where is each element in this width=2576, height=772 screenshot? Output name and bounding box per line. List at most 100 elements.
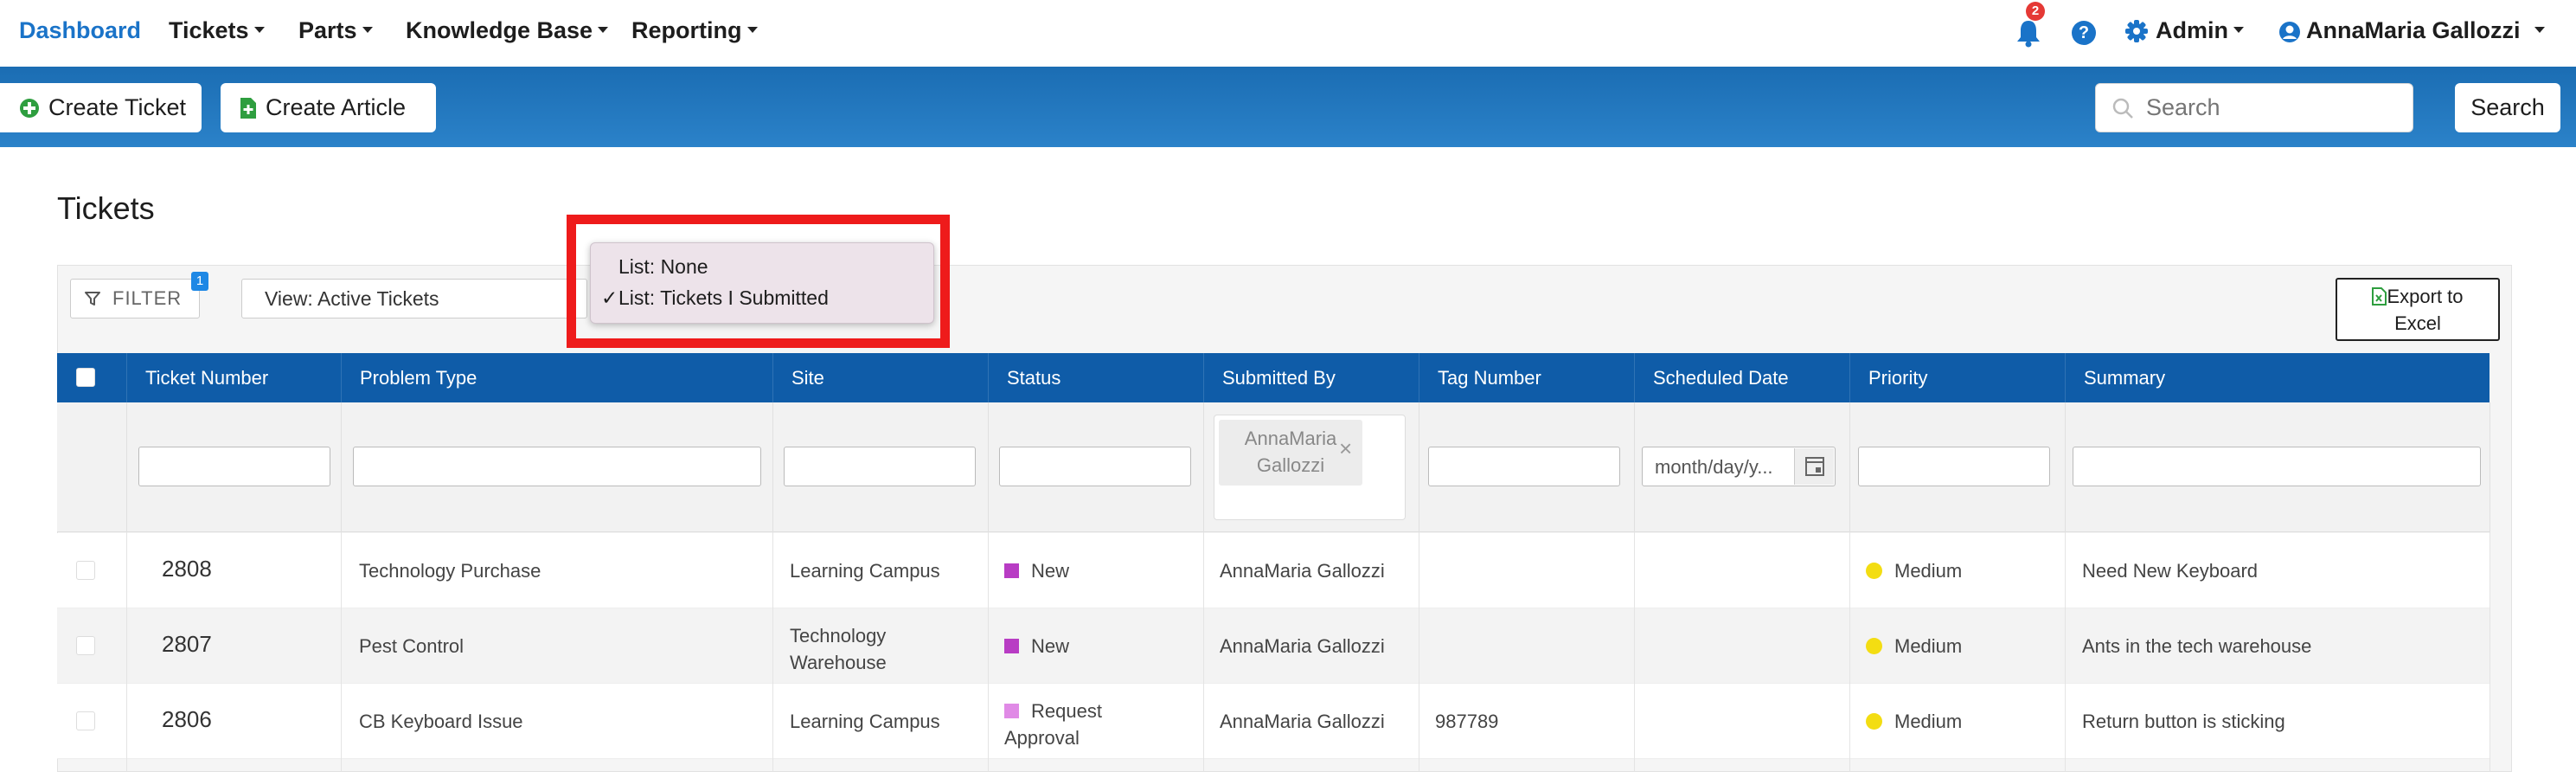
bell-icon[interactable] [2015, 18, 2041, 48]
notification-badge: 2 [2026, 2, 2045, 21]
admin-menu[interactable]: Admin [2156, 17, 2244, 44]
ticket-number-filter-input[interactable] [138, 447, 330, 486]
status-line1: New [1031, 560, 1070, 582]
chip-label-line2: Gallozzi [1256, 454, 1325, 476]
chevron-down-icon [253, 27, 265, 34]
select-all-checkbox[interactable] [76, 368, 95, 387]
chip-remove-icon[interactable]: × [1339, 435, 1352, 462]
search-box[interactable] [2095, 83, 2413, 132]
calendar-button[interactable] [1794, 448, 1834, 485]
search-icon [2112, 98, 2133, 119]
col-header-submitted-by[interactable]: Submitted By [1203, 353, 1419, 402]
status-line1: Request [1031, 700, 1102, 722]
plus-circle-icon [20, 98, 39, 118]
column-divider [1849, 532, 1850, 772]
priority-dot-icon [1866, 712, 1882, 730]
status-cell: New [1004, 633, 1069, 659]
ticket-number-link[interactable]: 2807 [162, 631, 212, 658]
nav-reporting-menu[interactable]: Reporting [631, 17, 758, 44]
chevron-down-icon [747, 27, 758, 34]
site-cell: Technology Warehouse [790, 622, 887, 676]
view-select[interactable]: View: Active Tickets [241, 279, 587, 318]
help-icon[interactable]: ? [2072, 21, 2096, 45]
column-divider [2489, 532, 2490, 772]
row-checkbox[interactable] [76, 711, 95, 730]
file-plus-icon [240, 97, 256, 119]
column-divider [2065, 532, 2066, 772]
chip-label-line1: AnnaMaria [1244, 428, 1337, 449]
status-filter-input[interactable] [999, 447, 1191, 486]
col-header-tag-number[interactable]: Tag Number [1419, 353, 1634, 402]
search-button[interactable]: Search [2455, 83, 2560, 132]
ticket-number-link[interactable]: 2808 [162, 556, 212, 582]
view-select-label: View: Active Tickets [265, 286, 439, 310]
chevron-down-icon [598, 27, 609, 34]
row-checkbox[interactable] [76, 636, 95, 655]
search-input[interactable] [2146, 94, 2397, 121]
site-line1: Learning Campus [790, 711, 940, 732]
nav-tickets-menu[interactable]: Tickets [169, 17, 265, 44]
priority-filter-input[interactable] [1858, 447, 2050, 486]
nav-knowledge-base-label: Knowledge Base [406, 17, 593, 43]
table-row[interactable]: 2806 CB Keyboard Issue Learning Campus Requ… [57, 684, 2489, 759]
user-name-label: AnnaMaria Gallozzi [2306, 17, 2521, 43]
chevron-down-icon [362, 27, 373, 34]
col-header-summary[interactable]: Summary [2065, 353, 2489, 402]
filter-cell-divider [772, 402, 773, 532]
chevron-down-icon [2534, 27, 2545, 34]
site-line1: Technology [790, 625, 887, 647]
tag-number-filter-input[interactable] [1428, 447, 1620, 486]
nav-knowledge-base-menu[interactable]: Knowledge Base [406, 17, 609, 44]
status-color-swatch [1004, 563, 1019, 578]
nav-parts-menu[interactable]: Parts [298, 17, 373, 44]
column-divider [1634, 532, 1635, 772]
status-color-swatch [1004, 638, 1019, 653]
filter-cell-divider [988, 402, 989, 532]
priority-label: Medium [1894, 635, 1963, 657]
row-checkbox[interactable] [76, 561, 95, 580]
filter-funnel-icon [85, 292, 100, 306]
submitted-by-cell: AnnaMaria Gallozzi [1220, 711, 1385, 732]
filter-button[interactable]: FILTER [70, 279, 200, 318]
col-header-priority[interactable]: Priority [1849, 353, 2065, 402]
table-row[interactable]: 2808 Technology Purchase Learning Campus Ne… [57, 533, 2489, 608]
column-divider [1203, 532, 1204, 772]
user-circle-icon [2279, 22, 2300, 42]
export-label-line1: Export to [2387, 286, 2464, 307]
col-header-scheduled-date[interactable]: Scheduled Date [1634, 353, 1849, 402]
create-article-button[interactable]: Create Article [221, 83, 436, 132]
table-row[interactable]: 2807 Pest Control Technology Warehouse New An… [57, 608, 2489, 684]
calendar-icon [1805, 457, 1824, 476]
nav-dashboard-link[interactable]: Dashboard [19, 17, 141, 44]
submitted-by-cell: AnnaMaria Gallozzi [1220, 635, 1385, 657]
priority-dot-icon [1866, 562, 1882, 579]
filter-label: FILTER [112, 287, 183, 309]
create-ticket-button[interactable]: Create Ticket [0, 83, 202, 132]
col-header-ticket-number[interactable]: Ticket Number [126, 353, 341, 402]
submitted-by-cell: AnnaMaria Gallozzi [1220, 560, 1385, 582]
filter-cell-divider [2489, 402, 2490, 532]
col-header-site[interactable]: Site [772, 353, 988, 402]
column-divider [341, 532, 342, 772]
summary-cell: Ants in the tech warehouse [2082, 635, 2312, 657]
user-menu[interactable]: AnnaMaria Gallozzi [2306, 17, 2545, 44]
col-header-status[interactable]: Status [988, 353, 1203, 402]
export-to-excel-button[interactable]: Export to Excel [2336, 278, 2500, 341]
action-toolbar: Create Ticket Create Article Search [0, 67, 2576, 147]
summary-filter-input[interactable] [2073, 447, 2481, 486]
create-ticket-label: Create Ticket [48, 94, 187, 120]
ticket-number-link[interactable]: 2806 [162, 706, 212, 733]
annotation-highlight-box [567, 215, 950, 348]
top-navbar: Dashboard Tickets Parts Knowledge Base R… [0, 0, 2576, 67]
problem-type-filter-input[interactable] [353, 447, 761, 486]
submitted-by-filter-input[interactable]: AnnaMaria Gallozzi [1214, 415, 1406, 520]
tag-number-cell: 987789 [1435, 711, 1499, 732]
col-header-problem-type[interactable]: Problem Type [341, 353, 772, 402]
column-divider [126, 532, 127, 772]
priority-cell: Medium [1866, 708, 1962, 735]
site-filter-input[interactable] [784, 447, 976, 486]
export-label-line2: Excel [2394, 312, 2441, 334]
priority-label: Medium [1894, 560, 1963, 582]
priority-label: Medium [1894, 711, 1963, 732]
nav-reporting-label: Reporting [631, 17, 742, 43]
